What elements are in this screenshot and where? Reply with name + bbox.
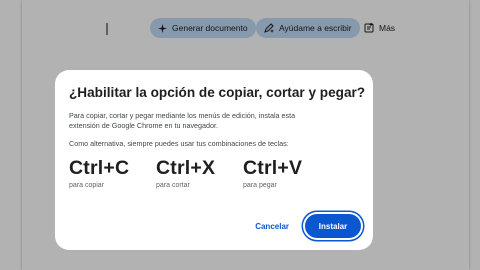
dialog-title: ¿Habilitar la opción de copiar, cortar y… (69, 85, 366, 100)
shortcut-cut: Ctrl+X para cortar (156, 158, 243, 189)
shortcut-list: Ctrl+C para copiar Ctrl+X para cortar Ct… (69, 158, 330, 189)
shortcut-key: Ctrl+C (69, 157, 130, 179)
dialog-description: Para copiar, cortar y pegar mediante los… (69, 111, 296, 130)
dialog-alternative-text: Como alternativa, siempre puedes usar tu… (69, 139, 289, 148)
shortcut-label: para cortar (156, 182, 190, 189)
dialog-actions: Cancelar Instalar (249, 214, 361, 238)
shortcut-paste: Ctrl+V para pegar (243, 158, 330, 189)
install-button[interactable]: Instalar (305, 214, 361, 238)
shortcut-label: para pegar (243, 182, 277, 189)
shortcut-copy: Ctrl+C para copiar (69, 158, 156, 189)
shortcut-key: Ctrl+V (243, 157, 303, 179)
shortcut-key: Ctrl+X (156, 157, 216, 179)
shortcut-label: para copiar (69, 182, 105, 189)
copy-paste-dialog: ¿Habilitar la opción de copiar, cortar y… (55, 70, 373, 250)
cancel-button[interactable]: Cancelar (249, 216, 295, 237)
